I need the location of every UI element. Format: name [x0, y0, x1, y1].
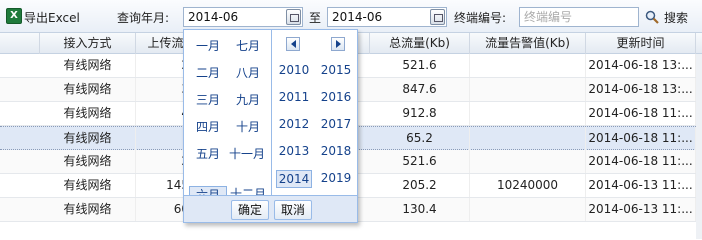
month-cell[interactable]: 三月 [189, 92, 227, 108]
month-picker: 一月 七月 二月 八月 三月 九月 四月 十月 五月 十一月 六月 十二月 20… [183, 29, 358, 223]
search-button[interactable]: 搜索 [664, 9, 688, 26]
alert-cell [470, 127, 586, 150]
export-excel-button[interactable]: 导出Excel [24, 9, 80, 26]
row-number-header [0, 33, 40, 54]
year-cell[interactable]: 2015 [318, 62, 354, 80]
total-cell: 521.6 [370, 54, 470, 77]
calendar-icon[interactable] [430, 9, 445, 25]
updated-cell: 2014-06-18 13:... [586, 78, 696, 101]
vertical-scrollbar[interactable] [696, 54, 702, 239]
chevron-right-icon[interactable] [331, 37, 345, 51]
column-header[interactable]: 流量告警值(Kb) [470, 33, 586, 54]
year-cell[interactable]: 2012 [276, 116, 312, 134]
to-label: 至 [309, 11, 322, 25]
month-cell[interactable]: 十月 [229, 119, 267, 135]
alert-cell [470, 150, 586, 173]
start-month-input[interactable]: 2014-06 [183, 7, 303, 27]
access-cell: 有线网络 [40, 102, 136, 125]
updated-cell: 2014-06-18 11:... [586, 102, 696, 125]
alert-cell: 10240000 [470, 174, 586, 197]
alert-cell [470, 198, 586, 221]
month-cell[interactable]: 十二月 [229, 186, 267, 195]
picker-divider [271, 30, 272, 195]
month-cell[interactable]: 五月 [189, 146, 227, 162]
alert-cell [470, 54, 586, 77]
terminal-label: 终端编号: [454, 11, 507, 25]
column-header[interactable]: 更新时间 [586, 33, 696, 54]
ok-button[interactable]: 确定 [231, 200, 270, 220]
access-cell: 有线网络 [40, 78, 136, 101]
terminal-input[interactable]: 终端编号 [519, 7, 639, 27]
updated-cell: 2014-06-13 11:... [586, 198, 696, 221]
year-cell[interactable]: 2017 [318, 116, 354, 134]
updated-cell: 2014-06-18 11:... [586, 127, 696, 150]
year-cell[interactable]: 2019 [318, 170, 354, 188]
year-cell[interactable]: 2016 [318, 89, 354, 107]
search-icon[interactable] [645, 10, 659, 24]
month-cell[interactable]: 一月 [189, 38, 227, 54]
total-cell: 521.6 [370, 150, 470, 173]
calendar-icon[interactable] [286, 9, 301, 25]
excel-icon[interactable]: X [6, 8, 22, 24]
year-cell[interactable]: 2010 [276, 62, 312, 80]
year-cell[interactable]: 2013 [276, 143, 312, 161]
total-cell: 205.2 [370, 174, 470, 197]
year-cell-selected[interactable]: 2014 [276, 170, 312, 188]
total-cell: 65.2 [370, 127, 470, 150]
alert-cell [470, 78, 586, 101]
month-cell-selected[interactable]: 六月 [189, 186, 227, 195]
updated-cell: 2014-06-13 11:... [586, 174, 696, 197]
total-cell: 130.4 [370, 198, 470, 221]
access-cell: 有线网络 [40, 54, 136, 77]
column-header[interactable]: 接入方式 [40, 33, 136, 54]
total-cell: 912.8 [370, 102, 470, 125]
month-cell[interactable]: 十一月 [229, 146, 265, 162]
month-cell[interactable]: 二月 [189, 65, 227, 81]
month-cell[interactable]: 八月 [229, 65, 267, 81]
month-cell[interactable]: 四月 [189, 119, 227, 135]
year-cell[interactable]: 2018 [318, 143, 354, 161]
column-header[interactable]: 总流量(Kb) [370, 33, 470, 54]
end-month-input[interactable]: 2014-06 [327, 7, 447, 27]
picker-footer: 确定 取消 [184, 195, 357, 222]
month-cell[interactable]: 七月 [229, 38, 267, 54]
access-cell: 有线网络 [40, 127, 136, 150]
access-cell: 有线网络 [40, 150, 136, 173]
query-month-label: 查询年月: [117, 11, 170, 25]
access-cell: 有线网络 [40, 198, 136, 221]
updated-cell: 2014-06-18 13:... [586, 54, 696, 77]
month-cell[interactable]: 九月 [229, 92, 267, 108]
year-cell[interactable]: 2011 [276, 89, 312, 107]
alert-cell [470, 102, 586, 125]
updated-cell: 2014-06-18 11:... [586, 150, 696, 173]
month-list: 一月 七月 二月 八月 三月 九月 四月 十月 五月 十一月 六月 十二月 [184, 30, 271, 195]
total-cell: 847.6 [370, 78, 470, 101]
cancel-button[interactable]: 取消 [274, 200, 313, 220]
access-cell: 有线网络 [40, 174, 136, 197]
chevron-left-icon[interactable] [286, 37, 300, 51]
